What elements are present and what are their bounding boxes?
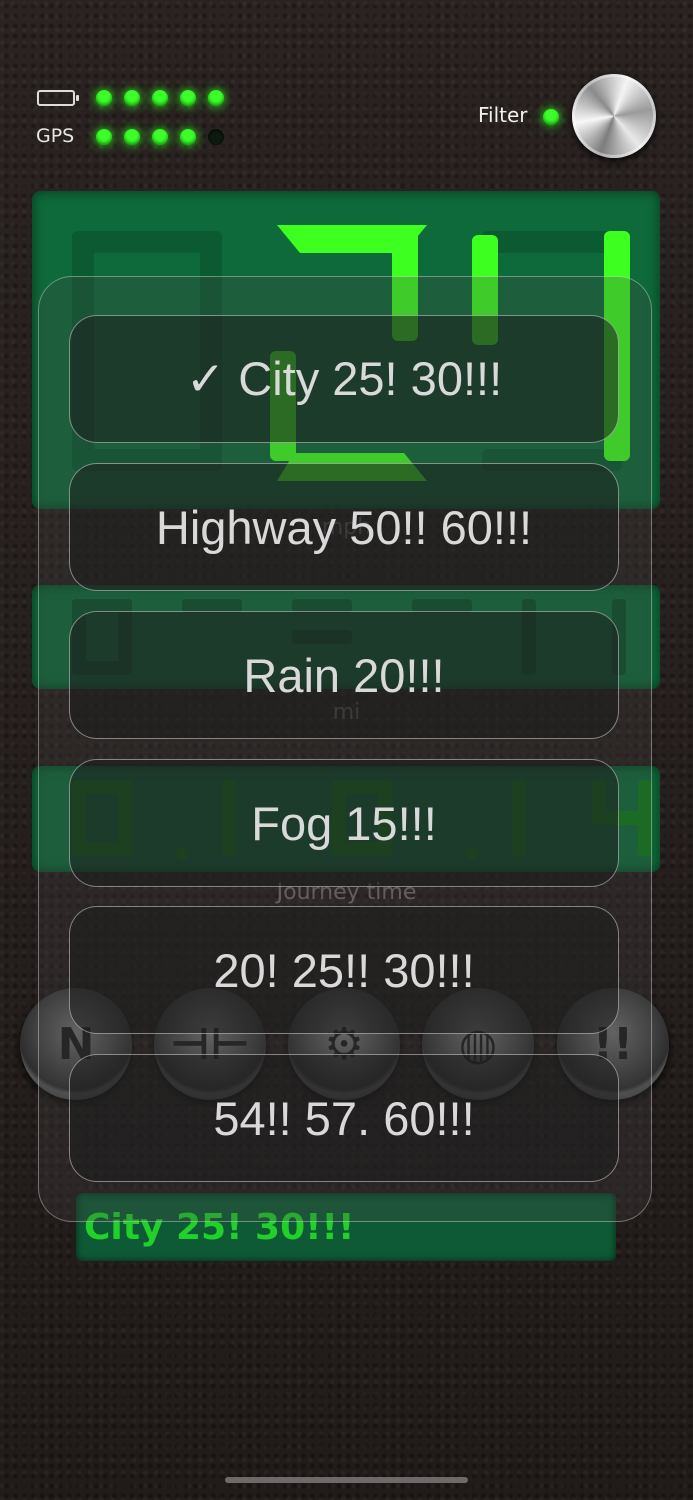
gps-led xyxy=(180,129,196,145)
filter-led xyxy=(543,109,559,125)
battery-led xyxy=(96,90,112,106)
battery-led xyxy=(152,90,168,106)
gps-label: GPS xyxy=(36,125,75,147)
picker-option-custom-2[interactable]: 54!! 57. 60!!! xyxy=(69,1054,619,1182)
battery-icon xyxy=(37,90,79,106)
gps-led xyxy=(208,129,224,145)
battery-led xyxy=(208,90,224,106)
gps-led-row xyxy=(96,129,224,145)
gps-led xyxy=(152,129,168,145)
filter-label: Filter xyxy=(478,103,528,127)
battery-led-row xyxy=(96,90,224,106)
gps-led xyxy=(96,129,112,145)
picker-option-highway[interactable]: Highway 50!! 60!!! xyxy=(69,463,619,591)
gps-led xyxy=(124,129,140,145)
home-indicator[interactable] xyxy=(225,1477,468,1483)
battery-led xyxy=(180,90,196,106)
picker-option-city[interactable]: ✓ City 25! 30!!! xyxy=(69,315,619,443)
picker-option-rain[interactable]: Rain 20!!! xyxy=(69,611,619,739)
battery-led xyxy=(124,90,140,106)
picker-option-custom-1[interactable]: 20! 25!! 30!!! xyxy=(69,906,619,1034)
filter-knob[interactable] xyxy=(572,74,656,158)
picker-option-fog[interactable]: Fog 15!!! xyxy=(69,759,619,887)
